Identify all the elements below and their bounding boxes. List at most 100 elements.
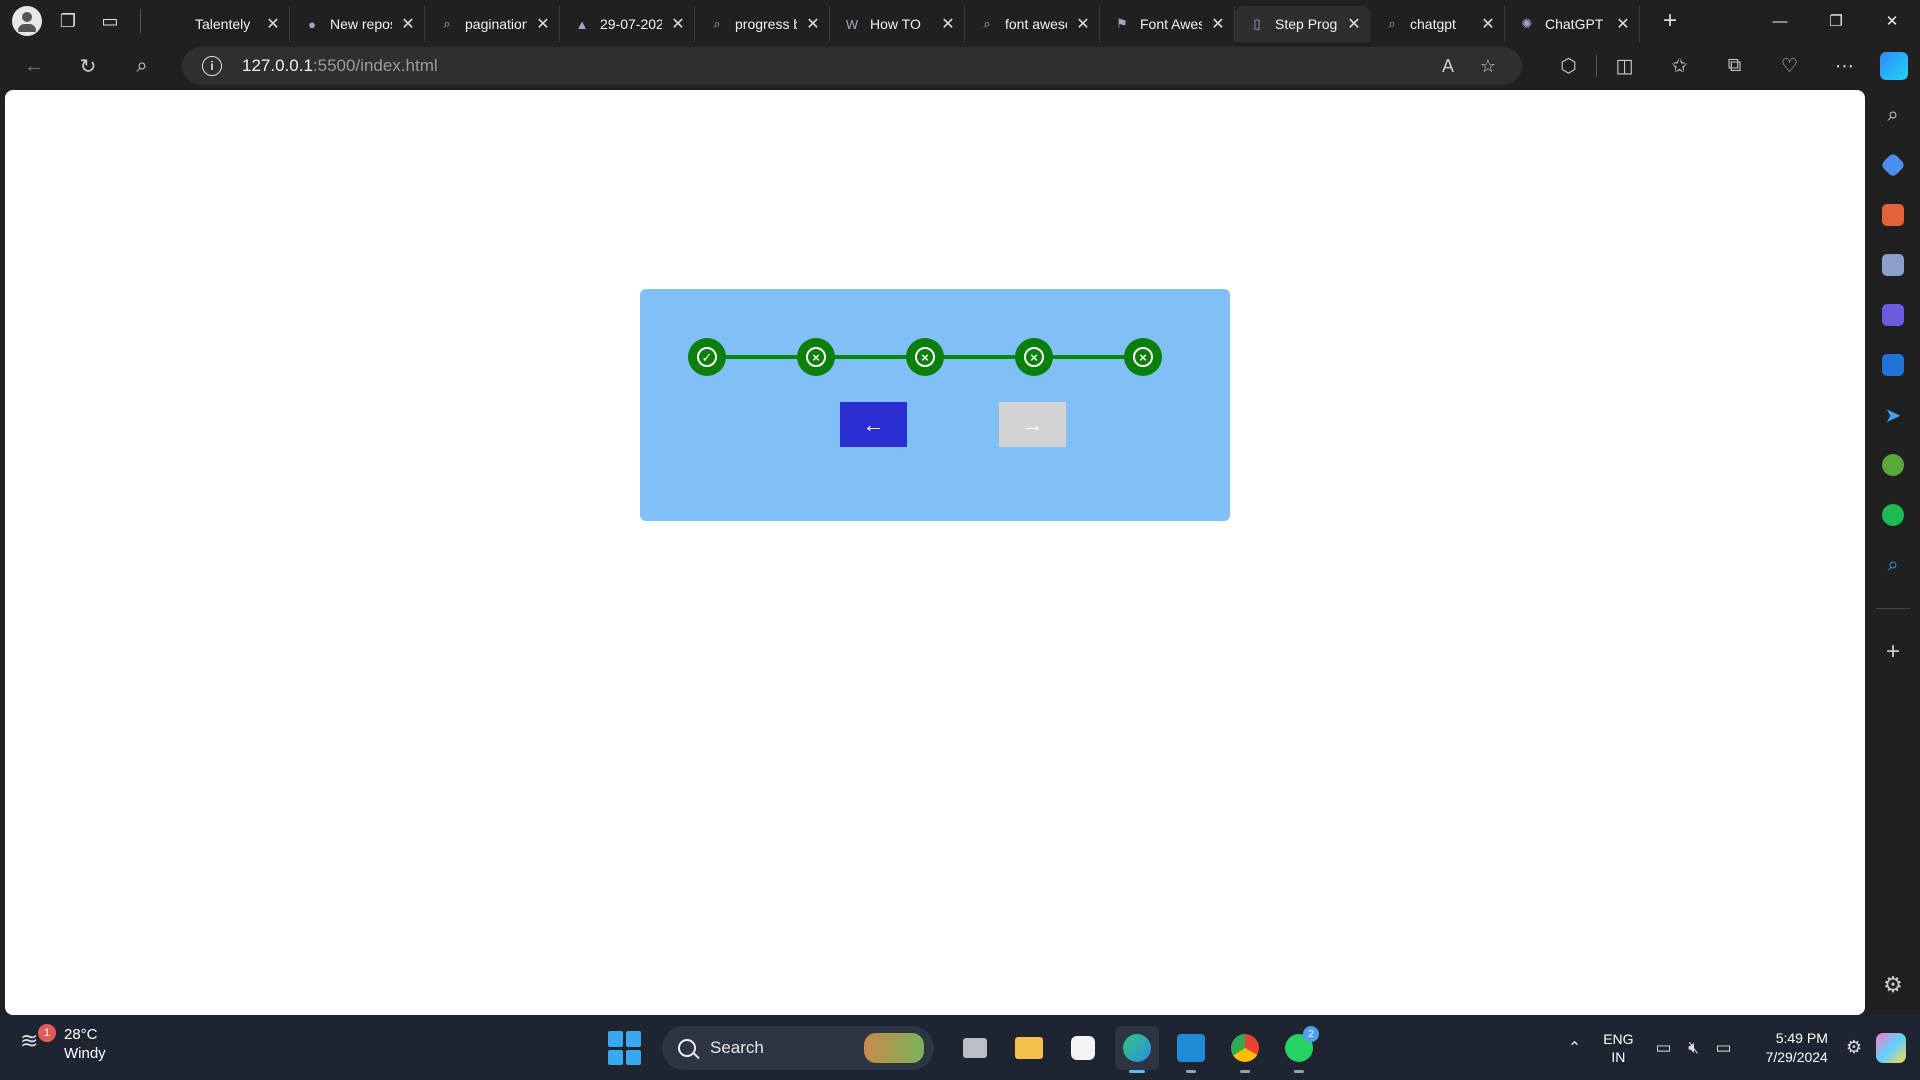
next-button[interactable]: → bbox=[999, 402, 1066, 447]
close-tab-icon[interactable]: ✕ bbox=[400, 14, 416, 34]
close-tab-icon[interactable]: ✕ bbox=[1615, 14, 1631, 34]
sidebar-spotify-icon[interactable] bbox=[1866, 490, 1920, 540]
split-screen-icon[interactable]: ◫ bbox=[1597, 55, 1652, 78]
tab-4[interactable]: ⌕ progress bar ✕ bbox=[695, 6, 830, 42]
clock-time: 5:49 PM bbox=[1775, 1029, 1828, 1046]
tab-title: pagination bbox=[465, 16, 527, 32]
step-5-pending: × bbox=[1124, 338, 1162, 376]
close-tab-icon[interactable]: ✕ bbox=[670, 14, 686, 34]
step-4-pending: × bbox=[1015, 338, 1053, 376]
close-tab-icon[interactable]: ✕ bbox=[535, 14, 551, 34]
search-icon bbox=[678, 1039, 696, 1057]
close-tab-icon[interactable]: ✕ bbox=[940, 14, 956, 34]
vscode-icon[interactable] bbox=[1169, 1026, 1213, 1073]
edge-sidebar: ⌕ ➤ ⌕ + ⚙ bbox=[1866, 90, 1920, 1015]
edge-taskbar-icon[interactable] bbox=[1115, 1026, 1159, 1073]
sidebar-send-icon[interactable]: ➤ bbox=[1866, 390, 1920, 440]
tab-6[interactable]: ⌕ font awesome ✕ bbox=[965, 6, 1100, 42]
close-circle-icon: × bbox=[1133, 347, 1153, 367]
tab-2[interactable]: ⌕ pagination ✕ bbox=[425, 6, 560, 42]
close-tab-icon[interactable]: ✕ bbox=[1346, 14, 1362, 34]
favorite-star-icon[interactable]: ☆ bbox=[1468, 56, 1508, 77]
tab-5[interactable]: W How TO ✕ bbox=[830, 6, 965, 42]
tab-7[interactable]: ⚑ Font Awesome ✕ bbox=[1100, 6, 1235, 42]
file-explorer-icon[interactable] bbox=[1007, 1026, 1051, 1070]
tab-3[interactable]: ▲ 29-07-2024 ✕ bbox=[560, 6, 695, 42]
back-icon[interactable]: ← bbox=[14, 46, 54, 86]
favorites-icon[interactable]: ✩ bbox=[1652, 55, 1707, 78]
sidebar-tools-icon[interactable] bbox=[1866, 190, 1920, 240]
close-tab-icon[interactable]: ✕ bbox=[1075, 14, 1091, 34]
tab-title: ChatGPT bbox=[1545, 16, 1604, 32]
sidebar-copilot-icon[interactable] bbox=[1866, 290, 1920, 340]
wind-icon: ≋ 1 bbox=[20, 1024, 56, 1060]
weather-widget[interactable]: ≋ 1 28°C Windy bbox=[20, 1024, 106, 1063]
sidebar-outlook-icon[interactable] bbox=[1866, 340, 1920, 390]
sidebar-tree-icon[interactable] bbox=[1866, 440, 1920, 490]
sidebar-games-icon[interactable] bbox=[1866, 240, 1920, 290]
whatsapp-icon[interactable]: 2 bbox=[1277, 1026, 1321, 1073]
sidebar-divider bbox=[1876, 608, 1910, 609]
workspaces-icon[interactable]: ❐ bbox=[52, 5, 84, 37]
github-icon: ● bbox=[308, 16, 316, 32]
close-window-icon[interactable]: ✕ bbox=[1864, 0, 1920, 42]
vertical-tabs-icon[interactable]: ▭ bbox=[94, 5, 126, 37]
taskbar-search[interactable]: Search bbox=[662, 1026, 934, 1070]
minimize-icon[interactable]: — bbox=[1752, 0, 1808, 42]
tab-strip: ❐ ▭ Talentely ✕ ● New repository ✕ ⌕ paginatio… bbox=[0, 0, 1920, 42]
copilot-icon[interactable] bbox=[1880, 52, 1908, 80]
running-indicator bbox=[1129, 1070, 1145, 1073]
close-circle-icon: × bbox=[915, 347, 935, 367]
tab-8[interactable]: ▯ Step Progress ✕ bbox=[1235, 6, 1370, 42]
chrome-icon[interactable] bbox=[1223, 1026, 1267, 1073]
read-aloud-icon[interactable]: A bbox=[1428, 56, 1468, 77]
refresh-icon[interactable]: ↻ bbox=[68, 46, 108, 86]
close-tab-icon[interactable]: ✕ bbox=[805, 14, 821, 34]
sidebar-bing-search-icon[interactable]: ⌕ bbox=[1866, 540, 1920, 590]
close-tab-icon[interactable]: ✕ bbox=[1480, 14, 1496, 34]
language-indicator[interactable]: ENG IN bbox=[1603, 1030, 1633, 1066]
task-view-icon[interactable] bbox=[953, 1026, 997, 1070]
taskbar-search-label: Search bbox=[710, 1038, 764, 1057]
sidebar-settings-icon[interactable]: ⚙ bbox=[1866, 965, 1920, 1005]
close-tab-icon[interactable]: ✕ bbox=[1210, 14, 1226, 34]
notifications-icon[interactable]: ⚙ bbox=[1846, 1037, 1862, 1058]
url-text[interactable]: 127.0.0.1:5500/index.html bbox=[242, 56, 438, 76]
sidebar-search-icon[interactable]: ⌕ bbox=[1866, 90, 1920, 140]
sidebar-shopping-icon[interactable] bbox=[1866, 140, 1920, 190]
tab-0[interactable]: Talentely ✕ bbox=[155, 6, 290, 42]
copilot-taskbar-icon[interactable] bbox=[1876, 1032, 1906, 1063]
sidebar-add-icon[interactable]: + bbox=[1866, 627, 1920, 677]
volume-muted-icon[interactable]: 🔇︎ bbox=[1684, 1038, 1704, 1058]
battery-icon[interactable]: ▭ bbox=[1714, 1038, 1734, 1058]
microsoft-store-icon[interactable] bbox=[1061, 1026, 1105, 1070]
address-bar[interactable]: i 127.0.0.1:5500/index.html A ☆ bbox=[182, 47, 1522, 85]
tab-title: How TO bbox=[870, 16, 921, 32]
network-icon[interactable]: ▭ bbox=[1654, 1038, 1674, 1058]
step-1-complete: ✓ bbox=[688, 338, 726, 376]
browser-essentials-icon[interactable]: ♡ bbox=[1762, 55, 1817, 78]
prev-button[interactable]: ← bbox=[840, 402, 907, 447]
running-indicator bbox=[1186, 1070, 1196, 1073]
tab-9[interactable]: ⌕ chatgpt ✕ bbox=[1370, 6, 1505, 42]
taskbar-apps: Search 2 bbox=[608, 1023, 1326, 1073]
site-info-icon[interactable]: i bbox=[202, 56, 222, 76]
tab-title: chatgpt bbox=[1410, 16, 1456, 32]
browser-window: ❐ ▭ Talentely ✕ ● New repository ✕ ⌕ paginatio… bbox=[0, 0, 1920, 1015]
more-menu-icon[interactable]: ⋯ bbox=[1817, 55, 1872, 78]
search-icon[interactable]: ⌕ bbox=[122, 46, 162, 86]
chatgpt-icon: ✺ bbox=[1521, 16, 1533, 31]
weather-text: 28°C Windy bbox=[64, 1025, 106, 1063]
extensions-icon[interactable]: ⬡ bbox=[1541, 55, 1596, 78]
whatsapp-badge: 2 bbox=[1303, 1026, 1319, 1042]
start-icon[interactable] bbox=[608, 1031, 642, 1065]
new-tab-button[interactable]: + bbox=[1656, 7, 1684, 35]
clock[interactable]: 5:49 PM 7/29/2024 bbox=[1766, 1029, 1828, 1067]
collections-icon[interactable]: ⧉ bbox=[1707, 55, 1762, 77]
profile-avatar[interactable] bbox=[12, 6, 42, 36]
chevron-up-icon[interactable]: ⌃ bbox=[1568, 1038, 1581, 1058]
restore-icon[interactable]: ❐ bbox=[1808, 0, 1864, 42]
tab-10[interactable]: ✺ ChatGPT ✕ bbox=[1505, 6, 1640, 42]
close-tab-icon[interactable]: ✕ bbox=[265, 14, 281, 34]
tab-1[interactable]: ● New repository ✕ bbox=[290, 6, 425, 42]
